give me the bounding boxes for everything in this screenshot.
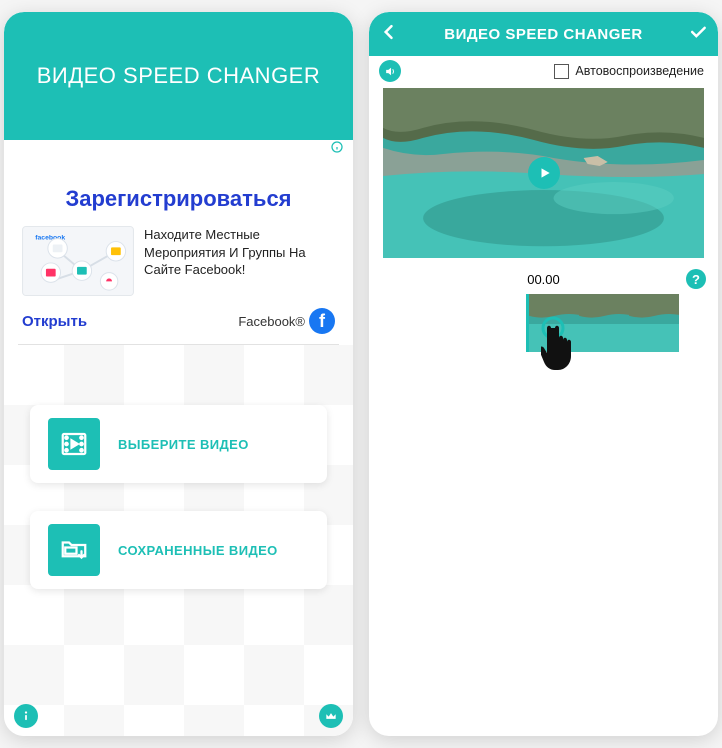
timeline[interactable]: [369, 294, 718, 390]
ad-bottom-row: Открыть Facebook® f: [22, 308, 335, 334]
ad-description: Находите Местные Мероприятия И Группы На…: [144, 226, 335, 296]
footer: [4, 704, 353, 728]
time-row: 00.00 ?: [369, 266, 718, 292]
film-icon: [48, 418, 100, 470]
main-menu: ВЫБЕРИТЕ ВИДЕО СОХРАНЕННЫЕ ВИДЕО: [4, 345, 353, 736]
help-glyph: ?: [692, 272, 700, 287]
select-video-label: ВЫБЕРИТЕ ВИДЕО: [118, 437, 249, 452]
app-title: ВИДЕО SPEED CHANGER: [37, 63, 321, 89]
ad-info-icon[interactable]: [331, 140, 343, 158]
premium-button[interactable]: [319, 704, 343, 728]
screen-home: ВИДЕО SPEED CHANGER Зарегистрироваться f…: [4, 12, 353, 736]
ad-body: facebook Находите Местные Мероприятия И …: [22, 226, 335, 296]
ad-title: Зарегистрироваться: [22, 186, 335, 212]
autoplay-label: Автовоспроизведение: [575, 64, 704, 78]
drag-hand-icon: [541, 316, 585, 372]
saved-video-button[interactable]: СОХРАНЕННЫЕ ВИДЕО: [30, 511, 327, 589]
info-button[interactable]: [14, 704, 38, 728]
ad-brand-label: Facebook®: [238, 314, 305, 329]
top-bar: ВИДЕО SPEED CHANGER: [369, 12, 718, 56]
confirm-button[interactable]: [688, 22, 708, 47]
timeline-frame: [629, 294, 679, 352]
editor-title: ВИДЕО SPEED CHANGER: [399, 26, 688, 43]
screen-editor: ВИДЕО SPEED CHANGER Автовоспроизведение: [369, 12, 718, 736]
current-time: 00.00: [527, 272, 560, 287]
sub-bar: Автовоспроизведение: [369, 56, 718, 86]
ad-open-button[interactable]: Открыть: [22, 313, 87, 330]
play-button[interactable]: [528, 157, 560, 189]
facebook-icon: f: [309, 308, 335, 334]
ad-card[interactable]: Зарегистрироваться facebook Находите Мес…: [18, 180, 339, 345]
select-video-button[interactable]: ВЫБЕРИТЕ ВИДЕО: [30, 405, 327, 483]
sound-toggle[interactable]: [379, 60, 401, 82]
timeline-frame: [579, 294, 629, 352]
saved-icon: [48, 524, 100, 576]
back-button[interactable]: [379, 22, 399, 47]
autoplay-checkbox[interactable]: Автовоспроизведение: [554, 64, 704, 79]
video-preview[interactable]: [383, 88, 704, 258]
help-button[interactable]: ?: [686, 269, 706, 289]
app-bar: ВИДЕО SPEED CHANGER: [4, 12, 353, 140]
saved-video-label: СОХРАНЕННЫЕ ВИДЕО: [118, 543, 278, 558]
ad-info-row: [4, 140, 353, 158]
ad-thumbnail: facebook: [22, 226, 134, 296]
checkbox-box-icon: [554, 64, 569, 79]
ad-brand: Facebook® f: [238, 308, 335, 334]
